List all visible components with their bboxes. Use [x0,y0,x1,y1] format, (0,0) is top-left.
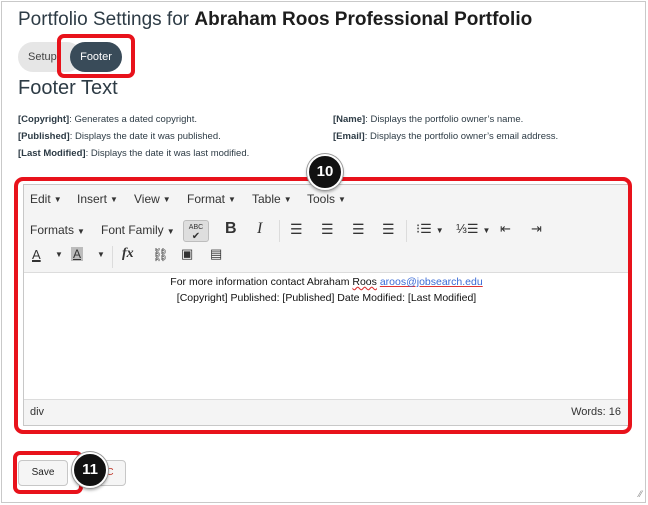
page-title-prefix: Portfolio Settings for [18,9,195,30]
step-badge-11: 11 [72,452,108,488]
editor-highlight [14,177,632,434]
description-published: [Published]: Displays the date it was pu… [18,131,221,142]
description-last-modified: [Last Modified]: Displays the date it wa… [18,148,250,159]
placeholder-descriptions-right: [Name]: Displays the portfolio owner’s n… [333,111,558,145]
resize-handle-icon[interactable]: ⁄⁄ [639,489,642,499]
section-heading: Footer Text [18,77,118,99]
step-badge-10: 10 [307,154,343,190]
description-copyright: [Copyright]: Generates a dated copyright… [18,114,197,125]
description-email: [Email]: Displays the portfolio owner’s … [333,131,559,142]
placeholder-descriptions-left: [Copyright]: Generates a dated copyright… [18,111,249,162]
portfolio-name: Abraham Roos Professional Portfolio [194,9,533,30]
page-title: Portfolio Settings for Abraham Roos Prof… [18,9,532,31]
footer-tab-highlight [57,34,135,78]
description-name: [Name]: Displays the portfolio owner’s n… [333,114,524,125]
